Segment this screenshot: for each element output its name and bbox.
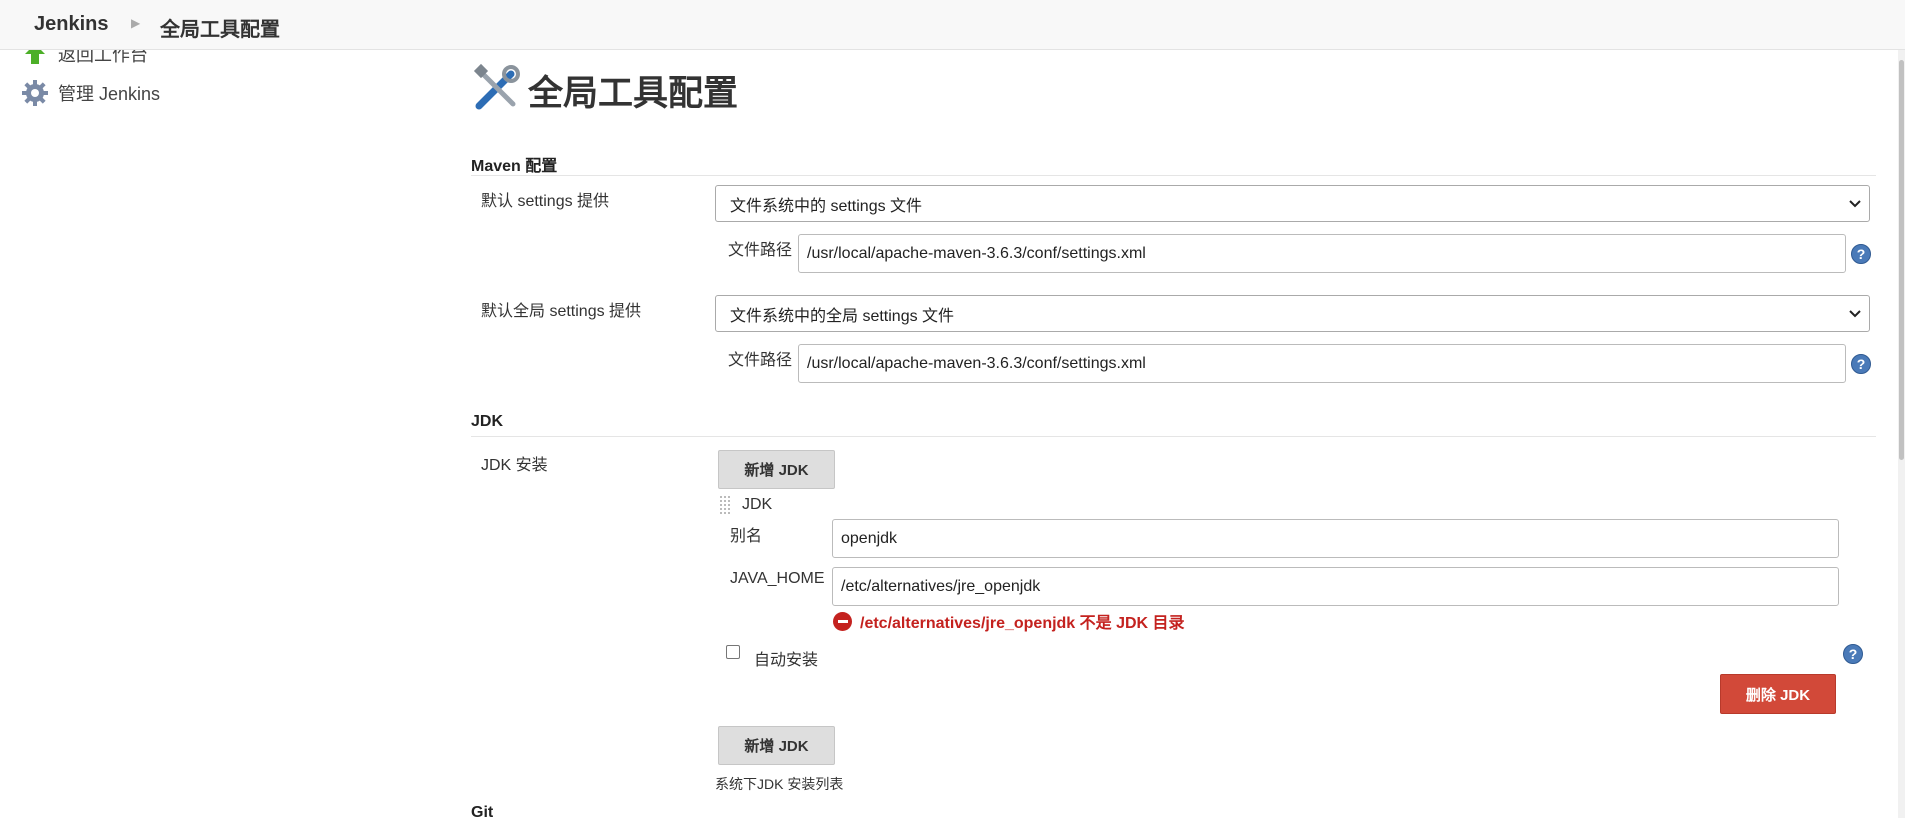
gear-icon	[20, 78, 50, 108]
section-title-jdk: JDK	[471, 413, 504, 430]
auto-install-checkbox[interactable]	[726, 645, 740, 659]
page-title-row: 全局工具配置	[471, 62, 738, 119]
drag-handle-icon[interactable]	[719, 495, 733, 515]
chevron-down-icon	[1847, 305, 1863, 326]
auto-install-label[interactable]: 自动安装	[754, 646, 818, 670]
settings-path-label: 文件路径	[728, 242, 793, 259]
java-home-error: /etc/alternatives/jre_openjdk 不是 JDK 目录	[833, 609, 1185, 633]
error-icon	[833, 611, 852, 631]
global-settings-path-input[interactable]: /usr/local/apache-maven-3.6.3/conf/setti…	[798, 344, 1846, 383]
tools-icon	[471, 62, 523, 119]
breadcrumb-bar: Jenkins ▶ 全局工具配置	[0, 0, 1905, 50]
section-title-git: Git	[471, 804, 494, 821]
section-title-maven: Maven 配置	[471, 158, 558, 175]
page-title: 全局工具配置	[528, 74, 739, 113]
default-settings-select[interactable]: 文件系统中的 settings 文件	[715, 185, 1870, 222]
help-icon[interactable]: ?	[1851, 354, 1871, 374]
section-divider	[471, 436, 1876, 437]
section-divider	[471, 175, 1876, 176]
sidebar-item-label: 管理 Jenkins	[58, 84, 161, 104]
add-jdk-button[interactable]: 新增 JDK	[718, 450, 835, 489]
java-home-input[interactable]: /etc/alternatives/jre_openjdk	[832, 567, 1839, 606]
scrollbar-thumb[interactable]	[1899, 60, 1904, 460]
jdk-install-label: JDK 安装	[481, 457, 548, 474]
breadcrumb-jenkins-link[interactable]: Jenkins	[34, 13, 108, 36]
error-message: /etc/alternatives/jre_openjdk 不是 JDK 目录	[860, 615, 1185, 632]
global-settings-label: 默认全局 settings 提供	[481, 303, 642, 320]
jdk-alias-label: 别名	[730, 528, 763, 545]
help-icon[interactable]: ?	[1851, 244, 1871, 264]
global-settings-selected-value: 文件系统中的全局 settings 文件	[730, 307, 955, 325]
default-settings-selected-value: 文件系统中的 settings 文件	[730, 197, 923, 215]
sidebar-item-manage-jenkins[interactable]: 管理 Jenkins	[20, 77, 160, 109]
settings-path-input[interactable]: /usr/local/apache-maven-3.6.3/conf/setti…	[798, 234, 1846, 273]
delete-jdk-button[interactable]: 删除 JDK	[1720, 674, 1836, 714]
global-settings-select[interactable]: 文件系统中的全局 settings 文件	[715, 295, 1870, 332]
jdk-entry-title: JDK	[742, 496, 773, 513]
global-settings-path-label: 文件路径	[728, 352, 793, 369]
java-home-label: JAVA_HOME	[730, 570, 825, 587]
jdk-alias-input[interactable]: openjdk	[832, 519, 1839, 558]
help-icon[interactable]: ?	[1843, 644, 1863, 664]
breadcrumb-current-page[interactable]: 全局工具配置	[160, 13, 280, 42]
add-jdk-button-bottom[interactable]: 新增 JDK	[718, 726, 835, 765]
chevron-down-icon	[1847, 195, 1863, 216]
default-settings-label: 默认 settings 提供	[481, 193, 610, 210]
breadcrumb-separator-icon: ▶	[131, 16, 141, 30]
jdk-list-caption: 系统下JDK 安装列表	[715, 776, 844, 792]
